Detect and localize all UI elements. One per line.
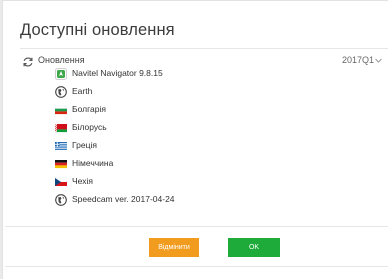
updates-group-label: Оновлення [38,55,85,65]
updates-group-header[interactable]: Оновлення 2017Q1 [22,55,388,69]
item-label: Німеччина [72,158,114,168]
version-label: 2017Q1 [342,55,375,65]
cancel-button[interactable]: Відмінити [149,238,199,257]
updates-dialog: Доступні оновлення Оновлення 2017Q1 Navi… [2,0,388,279]
speedcam-icon [55,194,67,206]
flag-greece-icon [55,142,67,150]
flag-czechia-icon [55,177,67,186]
refresh-icon [23,57,33,67]
item-label: Speedcam ver. 2017-04-24 [72,194,175,204]
actions-divider [5,226,388,227]
item-label: Білорусь [72,122,107,132]
item-label: Earth [72,86,93,96]
footer-divider [5,266,388,267]
flag-belarus-icon [55,124,67,133]
ok-button[interactable]: OK [228,238,280,257]
flag-germany-icon [55,160,67,169]
globe-icon [55,86,67,98]
navitel-app-icon [55,68,67,80]
item-label: Navitel Navigator 9.8.15 [72,68,163,78]
item-label: Чехія [72,176,93,186]
chevron-down-icon[interactable] [374,56,383,65]
dialog-title: Доступні оновлення [20,21,175,39]
item-label: Греція [72,140,97,150]
flag-bulgaria-icon [55,105,67,115]
title-divider [20,48,388,49]
item-label: Болгарія [72,104,106,114]
